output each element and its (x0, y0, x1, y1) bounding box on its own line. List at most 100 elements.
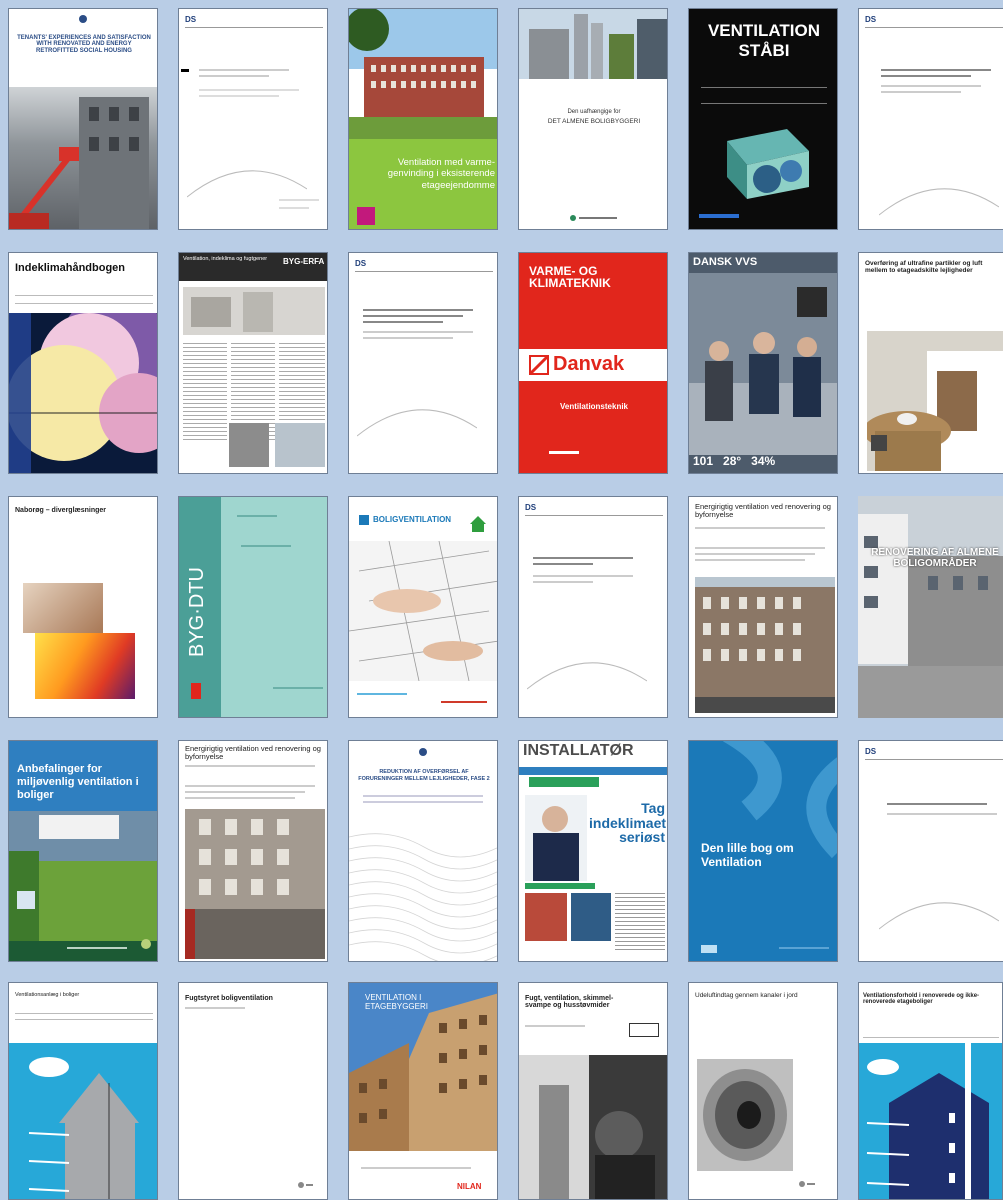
cover-numbers: 101 28° 34% (693, 454, 776, 468)
wave-pattern (349, 827, 497, 961)
publication-cover[interactable]: Den uafhængige for DET ALMENE BOLIGBYGGE… (518, 8, 668, 230)
publication-cover[interactable]: Fugtstyret boligventilation (178, 982, 328, 1200)
cover-photo (23, 583, 103, 633)
ds-curve (879, 891, 999, 931)
publication-cover[interactable]: Den lille bog om Ventilation (688, 740, 838, 962)
cover-title: INSTALLATØR (523, 742, 634, 759)
house-diagram (9, 1043, 157, 1199)
cover-title: Indeklimahåndbogen (15, 262, 126, 274)
publication-cover[interactable]: Ventilation med varme-genvinding i eksis… (348, 8, 498, 230)
publication-cover[interactable]: Ventilationsanlæg i boliger (8, 982, 158, 1200)
publication-cover[interactable]: BYG·DTU (178, 496, 328, 718)
cover-title: TENANTS' EXPERIENCES AND SATISFACTION WI… (17, 35, 151, 54)
publication-cover[interactable]: DS (858, 740, 1003, 962)
cover-headline: Tag indeklimaet seriøst (589, 800, 667, 846)
fan-unit-icon (717, 121, 813, 201)
cover-photo (689, 273, 837, 455)
ds-logo: DS (185, 15, 197, 24)
publication-cover[interactable]: RENOVERING AF ALMENE BOLIGOMRÅDER (858, 496, 1003, 718)
cover-title: Overføring af ultrafine partikler og luf… (865, 260, 983, 274)
cover-title: Ventilation, indeklima og fugtgener (183, 256, 268, 262)
cover-photo (185, 809, 325, 959)
publication-cover[interactable]: Indeklimahåndbogen (8, 252, 158, 474)
cover-title: Fugt, ventilation, skimmel-svampe og hus… (525, 995, 614, 1010)
cover-title: VARME- OG KLIMATEKNIK (529, 264, 611, 290)
cover-title: VENTILATION I ETAGEBYGGERI (365, 993, 428, 1012)
cover-title: Energirigtig ventilation ved renovering … (185, 744, 321, 761)
publication-cover[interactable]: REDUKTION AF OVERFØRSEL AF FORURENINGER … (348, 740, 498, 962)
cover-title: DANSK VVS (693, 256, 758, 268)
ds-curve (879, 177, 999, 217)
cover-photo (571, 893, 611, 941)
cover-title: Udeluftindtag gennem kanaler i jord (695, 992, 798, 999)
logo-icon (359, 515, 369, 525)
publication-cover[interactable]: BOLIGVENTILATION (348, 496, 498, 718)
qr-icon (357, 207, 375, 225)
cover-title: REDUKTION AF OVERFØRSEL AF FORURENINGER … (358, 769, 490, 783)
publication-cover[interactable]: DANSK VVS 101 28° 34% (688, 252, 838, 474)
publication-cover[interactable]: Naborøg – diverglæsninger (8, 496, 158, 718)
house-icon (469, 515, 487, 533)
cover-title: Ventilationsforhold i renoverede og ikke… (863, 993, 980, 1006)
cover-title: Anbefalinger for miljøvenlig ventilation… (17, 763, 139, 802)
pipe-photo (697, 1059, 793, 1171)
publication-cover[interactable]: DS (178, 8, 328, 230)
publication-cover[interactable]: Anbefalinger for miljøvenlig ventilation… (8, 740, 158, 962)
ds-logo: DS (525, 503, 537, 512)
cover-title: RENOVERING AF ALMENE BOLIGOMRÅDER (871, 547, 999, 569)
cover-photo (9, 87, 157, 229)
publication-cover[interactable]: Energirigtig ventilation ved renovering … (688, 496, 838, 718)
logo-icon (797, 1179, 815, 1189)
publication-cover[interactable]: Energirigtig ventilation ved renovering … (178, 740, 328, 962)
publication-cover[interactable]: Ventilationsforhold i renoverede og ikke… (858, 982, 1003, 1200)
cover-title: Naborøg – diverglæsninger (15, 507, 107, 514)
ds-curve (187, 159, 307, 199)
cover-subtitle: Ventilationsteknik (559, 402, 629, 411)
cover-photo (519, 1055, 667, 1199)
ds-logo: DS (865, 15, 877, 24)
logo-icon (297, 1181, 313, 1189)
cover-photo (695, 577, 835, 713)
brand-label: NILAN (457, 1182, 482, 1191)
publication-cover[interactable]: Ventilation, indeklima og fugtgener BYG-… (178, 252, 328, 474)
ds-curve (527, 651, 647, 691)
publication-cover[interactable]: INSTALLATØR Tag indeklimaet seriøst (518, 740, 668, 962)
cover-photo (349, 541, 497, 681)
ds-logo: DS (355, 259, 367, 268)
logo-icon (629, 1023, 659, 1037)
cover-title: BOLIGVENTILATION (373, 515, 452, 524)
building-diagram (859, 1043, 1002, 1199)
cover-title: BYG·DTU (186, 567, 208, 657)
circle-diagram (9, 313, 157, 473)
cover-title: Fugtstyret boligventilation (185, 995, 273, 1002)
danvak-logo-icon (529, 355, 549, 375)
publication-cover[interactable]: DS (518, 496, 668, 718)
ds-curve (357, 398, 477, 438)
publication-cover[interactable]: VENTILATION I ETAGEBYGGERI NILAN (348, 982, 498, 1200)
cover-photo (867, 331, 1003, 471)
logo-icon (76, 14, 90, 24)
publication-cover[interactable]: Fugt, ventilation, skimmel-svampe og hus… (518, 982, 668, 1200)
cover-photo (858, 496, 1003, 718)
publication-grid: TENANTS' EXPERIENCES AND SATISFACTION WI… (0, 0, 1003, 1200)
publication-cover[interactable]: Udeluftindtag gennem kanaler i jord (688, 982, 838, 1200)
cover-title: VENTILATION STÅBI (707, 21, 821, 60)
publication-cover[interactable]: VARME- OG KLIMATEKNIK Danvak Ventilation… (518, 252, 668, 474)
cover-title: Ventilation med varme-genvinding i eksis… (387, 157, 495, 191)
cover-photo (349, 9, 497, 139)
cover-subtitle: Den uafhængige for (567, 109, 621, 115)
brand-label: BYG-ERFA (283, 257, 325, 266)
cover-photo (525, 893, 567, 941)
publication-cover[interactable]: TENANTS' EXPERIENCES AND SATISFACTION WI… (8, 8, 158, 230)
logo-icon (569, 214, 619, 222)
ds-logo: DS (865, 747, 877, 756)
logo-icon (416, 747, 430, 757)
publication-cover[interactable]: DS (858, 8, 1003, 230)
cover-title: Den lille bog om Ventilation (701, 841, 794, 870)
publication-cover[interactable]: DS (348, 252, 498, 474)
publication-cover[interactable]: VENTILATION STÅBI (688, 8, 838, 230)
publication-cover[interactable]: Overføring af ultrafine partikler og luf… (858, 252, 1003, 474)
cover-photo (525, 795, 587, 881)
cover-title: Energirigtig ventilation ved renovering … (695, 502, 831, 519)
cover-photo (519, 9, 667, 79)
